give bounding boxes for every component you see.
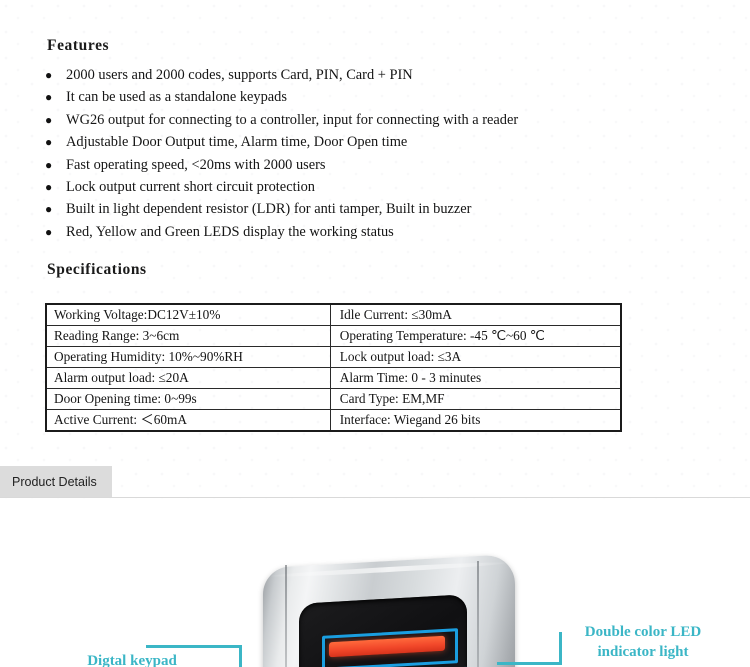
table-row: Active Current: ＜60mA Interface: Wiegand…: [45, 409, 622, 432]
tab-strip: Product Details: [0, 466, 750, 498]
table-cell-right: Operating Temperature: -45 ℃~60 ℃: [329, 325, 622, 347]
list-item: ● Adjustable Door Output time, Alarm tim…: [0, 131, 740, 153]
list-item-label: WG26 output for connecting to a controll…: [66, 111, 519, 128]
table-cell-right: Alarm Time: 0 - 3 minutes: [329, 367, 622, 389]
list-item-label: Lock output current short circuit protec…: [66, 178, 315, 195]
table-cell-right: Interface: Wiegand 26 bits: [329, 409, 622, 432]
table-cell-right: Lock output load: ≤3A: [329, 346, 622, 368]
list-item-label: It can be used as a standalone keypads: [66, 89, 287, 106]
table-cell-left: Active Current: ＜60mA: [45, 409, 331, 432]
product-photo: 1 2 3 Double color LED indicator light D…: [0, 499, 750, 667]
list-item: ● Red, Yellow and Green LEDS display the…: [0, 221, 740, 243]
list-item: ● Fast operating speed, <20ms with 2000 …: [0, 154, 740, 176]
list-item-label: Fast operating speed, <20ms with 2000 us…: [66, 156, 326, 173]
list-item: ● Lock output current short circuit prot…: [0, 176, 740, 198]
list-item-label: Built in light dependent resistor (LDR) …: [66, 201, 472, 218]
bullet-icon: ●: [45, 112, 53, 127]
bullet-icon: ●: [45, 224, 53, 239]
led-callout-leader-horizontal: [497, 662, 562, 665]
list-item-label: Red, Yellow and Green LEDS display the w…: [66, 223, 394, 240]
table-cell-left: Operating Humidity: 10%~90%RH: [45, 346, 331, 368]
bullet-icon: ●: [45, 157, 53, 172]
list-item: ● 2000 users and 2000 codes, supports Ca…: [0, 64, 740, 86]
keypad-callout-leader-horizontal: [146, 645, 242, 648]
list-item: ● WG26 output for connecting to a contro…: [0, 109, 740, 131]
led-callout-leader-vertical: [559, 632, 562, 665]
table-cell-right: Idle Current: ≤30mA: [329, 303, 622, 326]
features-list: ● 2000 users and 2000 codes, supports Ca…: [0, 64, 740, 243]
led-callout-line-1: Double color LED: [584, 624, 702, 640]
bullet-icon: ●: [45, 202, 53, 217]
table-row: Door Opening time: 0~99s Card Type: EM,M…: [45, 388, 622, 410]
tab-product-details[interactable]: Product Details: [0, 466, 112, 498]
list-item-label: Adjustable Door Output time, Alarm time,…: [66, 134, 408, 151]
bullet-icon: ●: [45, 179, 53, 194]
led-highlight-box: [322, 628, 458, 667]
table-cell-left: Working Voltage:DC12V±10%: [45, 303, 331, 326]
table-row: Alarm output load: ≤20A Alarm Time: 0 - …: [45, 367, 622, 389]
table-row: Reading Range: 3~6cm Operating Temperatu…: [45, 325, 622, 347]
table-cell-left: Reading Range: 3~6cm: [45, 325, 331, 347]
tab-divider: [0, 497, 750, 498]
device-groove-left: [285, 564, 287, 667]
list-item: ● Built in light dependent resistor (LDR…: [0, 198, 740, 220]
keypad-callout-label: Digtal keypad: [87, 653, 177, 667]
list-item: ● It can be used as a standalone keypads: [0, 86, 740, 108]
list-item-label: 2000 users and 2000 codes, supports Card…: [66, 67, 413, 83]
features-heading: Features: [47, 37, 110, 54]
bullet-icon: ●: [45, 135, 53, 150]
led-callout-line-2: indicator light: [597, 644, 689, 660]
table-cell-left: Alarm output load: ≤20A: [45, 367, 331, 389]
table-cell-right: Card Type: EM,MF: [329, 388, 622, 410]
table-cell-left: Door Opening time: 0~99s: [45, 388, 331, 410]
specifications-table: Working Voltage:DC12V±10% Idle Current: …: [45, 303, 622, 432]
access-control-keypad-device: 1 2 3: [263, 553, 515, 667]
specifications-heading: Specifications: [47, 261, 147, 278]
keypad-callout-leader-vertical: [239, 645, 242, 667]
bullet-icon: ●: [45, 90, 53, 105]
table-row: Operating Humidity: 10%~90%RH Lock outpu…: [45, 346, 622, 368]
tab-label: Product Details: [12, 475, 97, 489]
device-groove-right: [477, 560, 479, 667]
led-callout-label: Double color LED indicator light: [566, 622, 720, 662]
bullet-icon: ●: [45, 68, 53, 82]
table-row: Working Voltage:DC12V±10% Idle Current: …: [45, 303, 622, 326]
